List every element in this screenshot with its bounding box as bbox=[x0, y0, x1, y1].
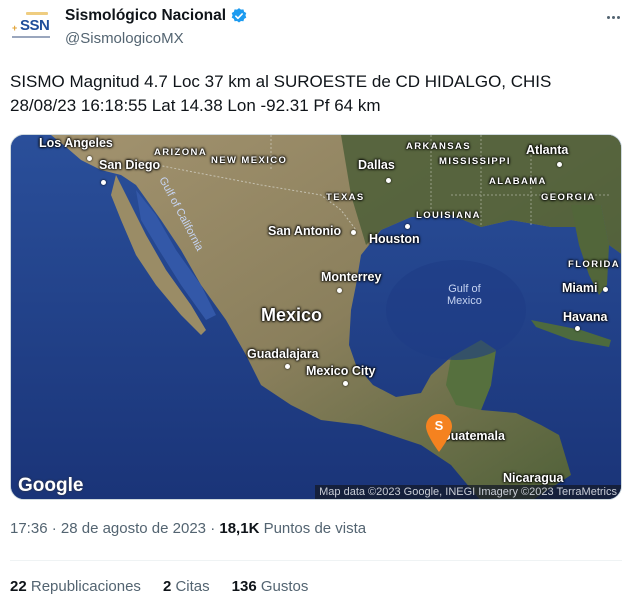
logo-plus-icon: + bbox=[12, 23, 18, 33]
avatar-logo-text: SSN bbox=[20, 17, 50, 34]
map-city-dot bbox=[603, 287, 608, 292]
map-city-dot bbox=[285, 364, 290, 369]
account-handle[interactable]: @SismologicoMX bbox=[65, 30, 184, 47]
map-label-mexico: Mexico bbox=[261, 305, 323, 325]
map-label-texas: TEXAS bbox=[326, 192, 365, 203]
reposts-label: Republicaciones bbox=[30, 578, 141, 595]
map-label-georgia: GEORGIA bbox=[541, 192, 596, 203]
engagement-stats: 22 Republicaciones 2 Citas 136 Gustos bbox=[10, 578, 308, 595]
map-label-mississippi: MISSISSIPPI bbox=[439, 156, 511, 167]
map-city-dot bbox=[386, 178, 391, 183]
map-city-dot bbox=[405, 224, 410, 229]
map-attribution: Map data ©2023 Google, INEGI Imagery ©20… bbox=[315, 485, 621, 499]
map-city-dot bbox=[87, 156, 92, 161]
likes-count: 136 bbox=[231, 578, 257, 595]
display-name[interactable]: Sismológico Nacional bbox=[65, 7, 226, 25]
map-label-havana: Havana bbox=[563, 310, 608, 324]
more-options-icon[interactable] bbox=[601, 7, 625, 27]
separator-dot: · bbox=[210, 520, 216, 537]
logo-underline bbox=[12, 36, 50, 38]
map-label-miami: Miami bbox=[562, 281, 598, 295]
map-label-florida: FLORIDA bbox=[568, 259, 621, 270]
quotes-stat[interactable]: 2 Citas bbox=[163, 578, 210, 595]
map-label-arizona: ARIZONA bbox=[154, 147, 208, 158]
marker-label: S bbox=[434, 418, 444, 433]
tweet-date[interactable]: 28 de agosto de 2023 bbox=[61, 520, 206, 537]
map-label-arkansas: ARKANSAS bbox=[406, 141, 472, 152]
map-label-gulf-of-mexico: Gulf of Mexico bbox=[447, 283, 482, 307]
tweet-meta: 17:36 · 28 de agosto de 2023 · 18,1K Pun… bbox=[10, 520, 366, 537]
map-label-san-diego: San Diego bbox=[99, 158, 161, 172]
views-label: Puntos de vista bbox=[263, 520, 367, 537]
map-label-guadalajara: Guadalajara bbox=[247, 347, 319, 361]
map-city-dot bbox=[343, 381, 348, 386]
gulf-of-mexico-line-1: Gulf of bbox=[448, 283, 481, 295]
tweet-text: SISMO Magnitud 4.7 Loc 37 km al SUROESTE… bbox=[10, 70, 630, 118]
map-label-nicaragua: Nicaragua bbox=[503, 471, 564, 485]
separator-dot: · bbox=[51, 520, 57, 537]
display-name-row[interactable]: Sismológico Nacional bbox=[65, 7, 248, 25]
map-label-los-angeles: Los Angeles bbox=[39, 136, 113, 150]
map-label-san-antonio: San Antonio bbox=[268, 224, 342, 238]
map-image[interactable]: Los Angeles San Diego ARIZONA NEW MEXICO… bbox=[10, 134, 622, 500]
map-label-new-mexico: NEW MEXICO bbox=[211, 155, 288, 166]
tweet-text-line-1: SISMO Magnitud 4.7 Loc 37 km al SUROESTE… bbox=[10, 72, 552, 91]
tweet-header: + SSN Sismológico Nacional @SismologicoM… bbox=[0, 0, 640, 56]
map-label-houston: Houston bbox=[369, 232, 420, 246]
map-label-alabama: ALABAMA bbox=[489, 176, 547, 187]
map-label-monterrey: Monterrey bbox=[321, 270, 382, 284]
likes-label: Gustos bbox=[260, 578, 309, 595]
tweet-text-line-2: 28/08/23 16:18:55 Lat 14.38 Lon -92.31 P… bbox=[10, 96, 381, 115]
logo-accent bbox=[26, 12, 48, 15]
reposts-stat[interactable]: 22 Republicaciones bbox=[10, 578, 141, 595]
likes-stat[interactable]: 136 Gustos bbox=[232, 578, 309, 595]
earthquake-marker[interactable]: S bbox=[425, 413, 453, 453]
map-city-dot bbox=[351, 230, 356, 235]
divider bbox=[10, 560, 622, 561]
map-city-dot bbox=[557, 162, 562, 167]
map-label-mexico-city: Mexico City bbox=[306, 364, 376, 378]
map-label-dallas: Dallas bbox=[358, 158, 395, 172]
reposts-count: 22 bbox=[10, 578, 27, 595]
quotes-label: Citas bbox=[175, 578, 210, 595]
map-city-dot bbox=[101, 180, 106, 185]
google-logo: Google bbox=[18, 475, 84, 496]
gulf-of-mexico-line-2: Mexico bbox=[447, 295, 482, 307]
map-city-dot bbox=[575, 326, 580, 331]
map-label-atlanta: Atlanta bbox=[526, 143, 569, 157]
map-city-dot bbox=[337, 288, 342, 293]
quotes-count: 2 bbox=[162, 578, 172, 595]
map-label-louisiana: LOUISIANA bbox=[416, 210, 481, 221]
avatar[interactable]: + SSN bbox=[8, 10, 52, 42]
tweet-time[interactable]: 17:36 bbox=[10, 520, 48, 537]
verified-badge-icon bbox=[231, 8, 247, 23]
views-count: 18,1K bbox=[219, 520, 260, 537]
